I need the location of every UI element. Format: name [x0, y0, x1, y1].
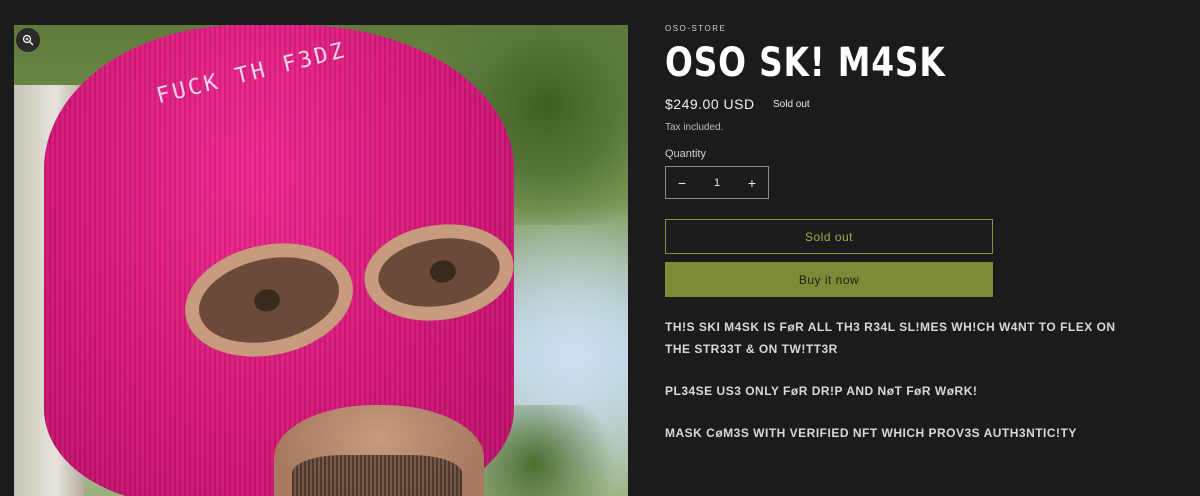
quantity-label: Quantity — [665, 148, 706, 160]
description-paragraph: MASK CøM3S WITH VERIFIED NFT WHICH PROV3… — [665, 426, 1077, 440]
ski-mask: FUCK TH F3DZ — [44, 25, 520, 496]
mouth-opening — [274, 405, 484, 496]
tax-note: Tax included. — [665, 122, 724, 133]
quantity-stepper: − + — [665, 166, 769, 199]
buy-now-button[interactable]: Buy it now — [665, 262, 993, 297]
vendor-label: OSO-STORE — [665, 24, 727, 33]
sold-out-button[interactable]: Sold out — [665, 219, 993, 254]
product-description: TH!S SKI M4SK IS FøR ALL TH3 R34L SL!MES… — [665, 316, 1135, 444]
increase-quantity-button[interactable]: + — [736, 167, 768, 198]
product-title: OSO SK! M4SK — [665, 40, 946, 86]
beard — [292, 455, 462, 496]
magnifier-icon — [22, 34, 34, 46]
decrease-quantity-button[interactable]: − — [666, 167, 698, 198]
zoom-button[interactable] — [16, 28, 40, 52]
sold-out-badge: Sold out — [773, 99, 810, 110]
product-image[interactable]: FUCK TH F3DZ — [14, 25, 628, 496]
description-paragraph: TH!S SKI M4SK IS FøR ALL TH3 R34L SL!MES… — [665, 320, 1116, 356]
description-paragraph: PL34SE US3 ONLY FøR DR!P AND NøT FøR WøR… — [665, 384, 978, 398]
price: $249.00 USD — [665, 96, 755, 112]
quantity-input[interactable] — [698, 175, 736, 190]
